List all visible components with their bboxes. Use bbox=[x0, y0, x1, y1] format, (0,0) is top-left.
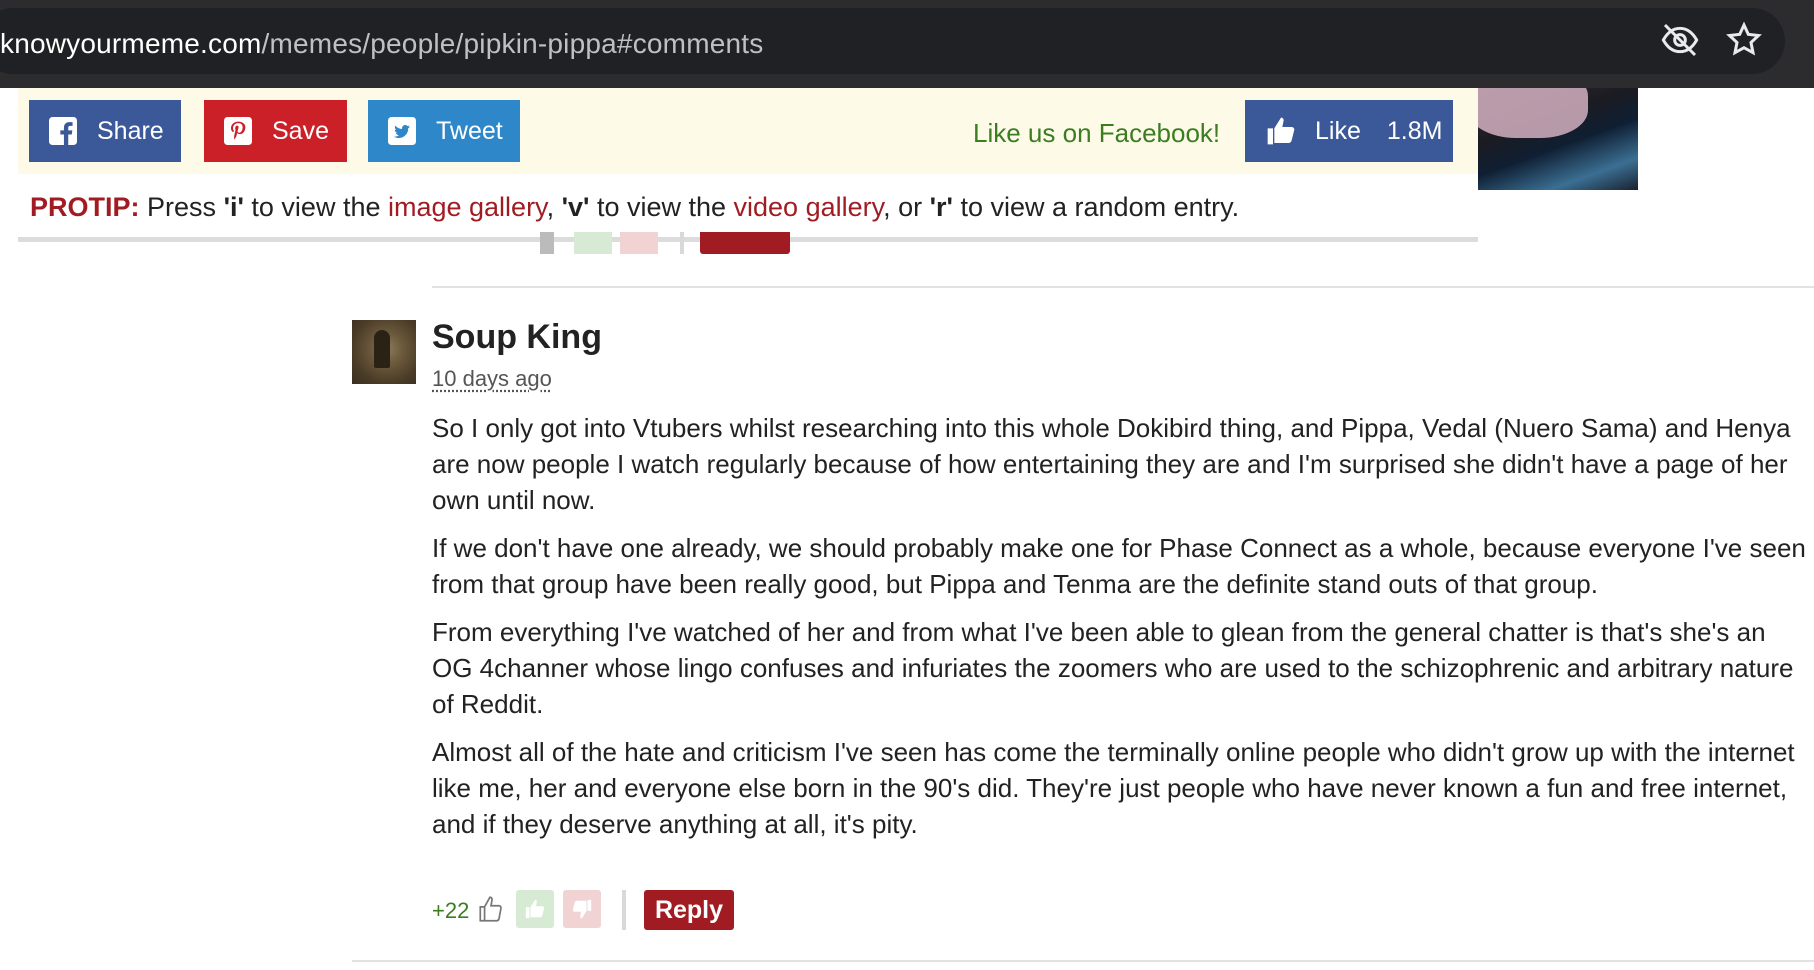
url-path: /memes/people/pipkin-pippa#comments bbox=[261, 28, 764, 59]
upvote-button[interactable] bbox=[516, 890, 554, 928]
image-gallery-link[interactable]: image gallery bbox=[388, 192, 547, 222]
protip-key-r: 'r' bbox=[929, 192, 953, 222]
protip-part: , bbox=[546, 192, 562, 222]
like-us-text: Like us on Facebook! bbox=[973, 118, 1221, 148]
facebook-share-button[interactable]: Share bbox=[29, 100, 181, 162]
browser-toolbar: knowyourmeme.com/memes/people/pipkin-pip… bbox=[0, 0, 1814, 88]
protip-part: to view a random entry. bbox=[952, 192, 1240, 222]
twitter-icon bbox=[388, 117, 416, 145]
facebook-like-button[interactable]: Like 1.8M bbox=[1245, 100, 1453, 162]
twitter-tweet-button[interactable]: Tweet bbox=[368, 100, 520, 162]
thumbs-down-icon bbox=[572, 899, 592, 919]
protip-part: to view the bbox=[243, 192, 388, 222]
protip-part: , or bbox=[883, 192, 930, 222]
reply-button[interactable]: Reply bbox=[644, 890, 734, 930]
protip-text: PROTIP: Press 'i' to view the image gall… bbox=[30, 192, 1239, 223]
comment-score: +22 bbox=[432, 898, 470, 923]
url-text[interactable]: knowyourmeme.com/memes/people/pipkin-pip… bbox=[0, 28, 763, 60]
avatar[interactable] bbox=[352, 320, 416, 384]
share-bar: Share Save Tweet Like us on Facebook! Li… bbox=[18, 88, 1478, 174]
address-bar[interactable]: knowyourmeme.com/memes/people/pipkin-pip… bbox=[0, 8, 1785, 74]
protip-part: Press bbox=[147, 192, 224, 222]
downvote-button[interactable] bbox=[563, 890, 601, 928]
sidebar-thumbnail-image[interactable] bbox=[1478, 88, 1638, 190]
comment-separator bbox=[352, 960, 1814, 962]
comment-body: So I only got into Vtubers whilst resear… bbox=[432, 410, 1812, 854]
comment-paragraph: So I only got into Vtubers whilst resear… bbox=[432, 413, 1791, 515]
comment-separator bbox=[432, 286, 1814, 288]
protip-label: PROTIP: bbox=[30, 192, 140, 222]
thumbs-up-icon bbox=[1267, 117, 1295, 145]
previous-divider bbox=[680, 232, 684, 254]
share-label: Share bbox=[97, 116, 164, 145]
protip-key-i: 'i' bbox=[223, 192, 244, 222]
save-label: Save bbox=[272, 116, 329, 145]
actions-divider bbox=[622, 890, 626, 930]
star-icon[interactable] bbox=[1724, 20, 1764, 60]
video-gallery-link[interactable]: video gallery bbox=[734, 192, 884, 222]
comment-timestamp[interactable]: 10 days ago bbox=[432, 366, 552, 392]
comment-actions: +22 Reply bbox=[432, 890, 832, 930]
thumbs-up-icon bbox=[525, 899, 545, 919]
previous-reply-button[interactable] bbox=[700, 232, 790, 254]
comment-paragraph: Almost all of the hate and criticism I'v… bbox=[432, 737, 1795, 839]
previous-downvote-button[interactable] bbox=[620, 232, 658, 254]
previous-upvote-button[interactable] bbox=[574, 232, 612, 254]
thumbs-up-outline-icon bbox=[479, 896, 502, 922]
comment-paragraph: From everything I've watched of her and … bbox=[432, 617, 1794, 719]
pinterest-save-button[interactable]: Save bbox=[204, 100, 347, 162]
facebook-icon bbox=[49, 117, 77, 145]
pinterest-icon bbox=[224, 117, 252, 145]
protip-part: to view the bbox=[589, 192, 734, 222]
previous-comment-thumb-icon bbox=[540, 232, 554, 254]
comment-username[interactable]: Soup King bbox=[432, 318, 602, 357]
eye-off-icon[interactable] bbox=[1660, 20, 1700, 60]
like-count: 1.8M bbox=[1386, 116, 1443, 145]
comment-paragraph: If we don't have one already, we should … bbox=[432, 533, 1806, 599]
tweet-label: Tweet bbox=[436, 116, 503, 145]
url-host: knowyourmeme.com bbox=[0, 28, 262, 59]
protip-key-v: 'v' bbox=[561, 192, 590, 222]
like-label: Like bbox=[1315, 116, 1361, 145]
